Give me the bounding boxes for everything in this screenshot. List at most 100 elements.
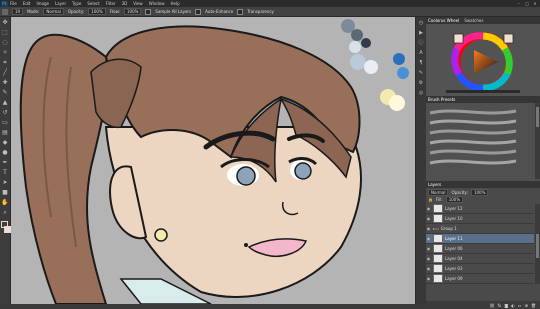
menu-window[interactable]: Window	[149, 1, 165, 6]
healing-icon[interactable]: ✚	[1, 79, 9, 87]
minimize-icon[interactable]: –	[516, 1, 522, 6]
crop-icon[interactable]: ⌗	[1, 59, 9, 67]
shape-icon[interactable]: ■	[1, 189, 9, 197]
tool-preset-icon[interactable]	[2, 8, 8, 15]
dodge-icon[interactable]: ●	[1, 149, 9, 157]
layer-row-selected[interactable]: ◉ Layer 11	[426, 234, 534, 244]
stamp-icon[interactable]: ▲	[1, 99, 9, 107]
blur-icon[interactable]: ◆	[1, 139, 9, 147]
brush-panel-icon[interactable]: ✎	[417, 69, 425, 77]
foreground-swatch	[503, 33, 514, 44]
pen-icon[interactable]: ✒	[1, 159, 9, 167]
type-icon[interactable]: T	[1, 169, 9, 177]
new-group-icon[interactable]: ▭	[518, 303, 522, 308]
lock-icon[interactable]: 🔒	[428, 197, 433, 202]
tab-brush-presets[interactable]: Brush Presets	[428, 97, 455, 102]
layer-row[interactable]: ◉ Layer 04	[426, 254, 534, 264]
maximize-icon[interactable]: □	[524, 1, 530, 6]
layers-footer: ⛓ fx ◙ ◐ ▭ ⊞ 🗑	[426, 301, 540, 309]
adjustment-layer-icon[interactable]: ◐	[511, 303, 515, 308]
layers-panel: Normal Opacity: 100% 🔒 Fill: 100% ◉ Layer…	[426, 188, 540, 309]
clone-source-icon[interactable]: ◎	[417, 89, 425, 97]
layer-row[interactable]: ◉ Layer 12	[426, 204, 534, 214]
layer-row[interactable]: ◉ Layer 10	[426, 214, 534, 224]
tab-layers[interactable]: Layers	[428, 182, 441, 187]
mode-select[interactable]: Normal	[43, 8, 64, 15]
eye-icon[interactable]: ◉	[426, 206, 431, 211]
eye-icon[interactable]: ◉	[426, 246, 431, 251]
eraser-icon[interactable]: ▭	[1, 119, 9, 127]
zoom-icon[interactable]: ⌕	[1, 209, 9, 217]
background-color-swatch[interactable]	[4, 226, 11, 233]
eye-icon[interactable]: ◉	[426, 216, 431, 221]
menu-select[interactable]: Select	[87, 1, 99, 6]
layer-mask-icon[interactable]: ◙	[504, 303, 508, 308]
sample-all-checkbox[interactable]	[145, 8, 152, 15]
move-icon[interactable]: ✥	[1, 19, 9, 27]
layer-row[interactable]: ◉ Layer 06	[426, 244, 534, 254]
eye-icon[interactable]: ◉	[426, 236, 431, 241]
layer-name: Layer 12	[445, 206, 463, 211]
color-wheel-panel	[426, 24, 540, 96]
tool-presets-icon[interactable]: ⚙	[417, 79, 425, 87]
brush-stroke-previews[interactable]	[426, 103, 540, 173]
new-layer-icon[interactable]: ⊞	[525, 303, 528, 308]
eye-icon[interactable]: ◉	[426, 256, 431, 261]
brush-scrollbar[interactable]	[535, 103, 540, 179]
flow-field[interactable]: 100%	[123, 8, 142, 15]
tab-swatches[interactable]: Swatches	[464, 18, 483, 23]
auto-enhance-label: Auto-Enhance	[205, 9, 234, 14]
layer-name: Layer 06	[445, 246, 463, 251]
menu-view[interactable]: View	[133, 1, 143, 6]
layer-row[interactable]: ◉ Layer 03	[426, 264, 534, 274]
menu-file[interactable]: File	[10, 1, 17, 6]
magic-wand-icon[interactable]: ✧	[1, 49, 9, 57]
brush-presets-panel	[426, 103, 540, 181]
layer-style-icon[interactable]: fx	[498, 303, 502, 308]
path-select-icon[interactable]: ➤	[1, 179, 9, 187]
history-icon[interactable]: ◷	[417, 19, 425, 27]
layer-row[interactable]: ◉ Layer 09	[426, 274, 534, 284]
canvas-area[interactable]	[11, 17, 415, 304]
eye-icon[interactable]: ◉	[426, 226, 431, 231]
paragraph-icon[interactable]: ¶	[417, 59, 425, 67]
link-layers-icon[interactable]: ⛓	[490, 303, 495, 308]
eye-icon[interactable]: ◉	[426, 266, 431, 271]
lasso-icon[interactable]: ◌	[1, 39, 9, 47]
opacity-field[interactable]: 100%	[88, 8, 106, 15]
trash-icon[interactable]: 🗑	[531, 303, 536, 308]
eye-icon[interactable]: ◉	[426, 276, 431, 281]
transparency-checkbox[interactable]	[237, 8, 244, 15]
layer-opacity-field[interactable]: 100%	[470, 188, 489, 196]
layers-scrollbar[interactable]	[535, 204, 540, 284]
menu-filter[interactable]: Filter	[106, 1, 116, 6]
menu-image[interactable]: Image	[36, 1, 49, 6]
layer-thumbnail	[433, 274, 443, 283]
auto-enhance-checkbox[interactable]	[195, 8, 202, 15]
actions-icon[interactable]: ▶	[417, 29, 425, 37]
layer-name: Layer 03	[445, 266, 463, 271]
flow-label: Flow:	[109, 9, 120, 14]
character-icon[interactable]: A	[417, 49, 425, 57]
brush-size-field[interactable]: 19	[12, 8, 24, 15]
menu-3d[interactable]: 3D	[122, 1, 128, 6]
layer-fill-field[interactable]: 100%	[445, 196, 464, 203]
menu-help[interactable]: Help	[170, 1, 179, 6]
mode-label: Mode:	[27, 9, 40, 14]
photoshop-logo: Ps	[1, 0, 8, 7]
marquee-icon[interactable]: ⬚	[1, 29, 9, 37]
info-icon[interactable]: ⓘ	[417, 39, 425, 47]
color-wheel[interactable]	[426, 24, 540, 96]
layer-group-row[interactable]: ◉ ▸▭ Group 1	[426, 224, 534, 234]
close-icon[interactable]: ✕	[532, 1, 538, 6]
brush-icon[interactable]: ✎	[1, 89, 9, 97]
menu-type[interactable]: Type	[72, 1, 81, 6]
blend-mode-select[interactable]: Normal	[428, 188, 449, 196]
eyedropper-icon[interactable]: ╱	[1, 69, 9, 77]
gradient-icon[interactable]: ▤	[1, 129, 9, 137]
history-brush-icon[interactable]: ↺	[1, 109, 9, 117]
hand-icon[interactable]: ✋	[1, 199, 9, 207]
menu-layer[interactable]: Layer	[55, 1, 66, 6]
menu-edit[interactable]: Edit	[23, 1, 31, 6]
tab-coolorus-wheel[interactable]: Coolorus Wheel	[428, 18, 459, 23]
